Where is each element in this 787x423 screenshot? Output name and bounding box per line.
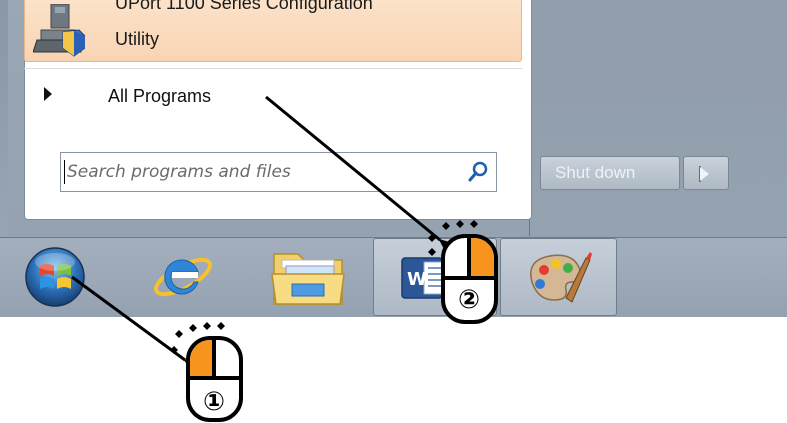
desktop-gloss bbox=[520, 0, 787, 237]
mouse-click-icon-step1: ① bbox=[170, 322, 243, 422]
shutdown-button[interactable]: Shut down bbox=[540, 156, 680, 190]
all-programs-label: All Programs bbox=[108, 86, 212, 106]
shutdown-label: Shut down bbox=[555, 163, 636, 182]
recent-program-title-line1: UPort 1100 Series Configuration bbox=[115, 0, 373, 13]
word-icon-letter: W bbox=[407, 269, 427, 290]
search-input[interactable] bbox=[67, 158, 447, 186]
chevron-right-icon bbox=[700, 167, 709, 181]
text-caret bbox=[64, 160, 65, 184]
search-icon[interactable] bbox=[466, 160, 490, 184]
triangle-right-icon bbox=[44, 87, 52, 101]
uport-utility-icon bbox=[33, 4, 85, 57]
taskbar bbox=[0, 237, 787, 317]
windows-orb-icon[interactable] bbox=[24, 246, 86, 308]
step1-number: ① bbox=[203, 387, 225, 417]
recent-program-title-line2: Utility bbox=[115, 29, 159, 49]
paint-palette-icon[interactable] bbox=[522, 248, 592, 310]
search-box[interactable] bbox=[60, 152, 497, 192]
ie-icon[interactable] bbox=[150, 244, 216, 310]
recent-program-uport-utility[interactable]: UPort 1100 Series Configuration Utility bbox=[24, 0, 522, 62]
word-icon[interactable]: W bbox=[398, 252, 450, 304]
shutdown-options-button[interactable] bbox=[683, 156, 729, 190]
all-programs-item[interactable]: All Programs bbox=[28, 78, 518, 118]
menu-separator bbox=[24, 68, 522, 69]
folder-library-icon[interactable] bbox=[268, 244, 348, 310]
